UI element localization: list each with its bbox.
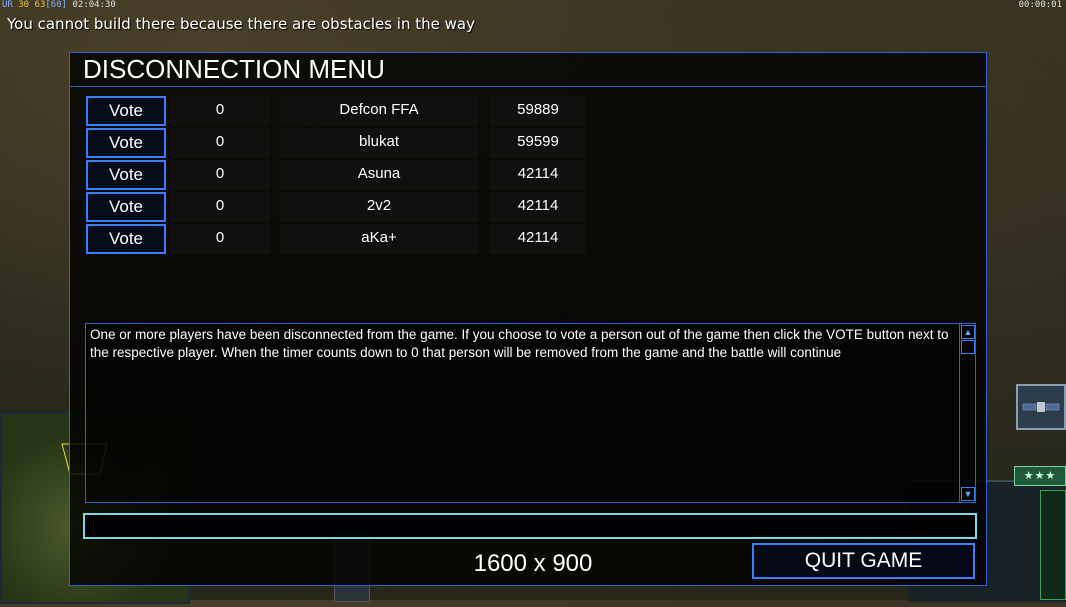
player-row: Vote 0 Asuna 42114	[86, 160, 606, 190]
player-ping: 59889	[490, 96, 586, 126]
player-ping: 59599	[490, 128, 586, 158]
player-ping: 42114	[490, 224, 586, 254]
player-name: Asuna	[280, 160, 478, 190]
vote-button[interactable]: Vote	[86, 128, 166, 158]
hud-stat-2: 63	[34, 0, 46, 10]
quit-game-button[interactable]: QUIT GAME	[752, 543, 975, 579]
message-box: One or more players have been disconnect…	[85, 323, 976, 503]
player-name: aKa+	[280, 224, 478, 254]
disconnect-message: One or more players have been disconnect…	[90, 327, 949, 360]
hud-elapsed-time: 02:04:30	[72, 0, 116, 10]
game-clock: 00:00:01	[1018, 0, 1062, 10]
satellite-icon[interactable]	[1016, 384, 1066, 430]
rank-stars: ★★★	[1014, 466, 1066, 486]
menu-title: DISCONNECTION MENU	[83, 54, 385, 84]
scroll-down-icon[interactable]: ▼	[961, 487, 975, 501]
menu-title-bar: DISCONNECTION MENU	[70, 53, 986, 87]
player-row: Vote 0 blukat 59599	[86, 128, 606, 158]
player-row: Vote 0 aKa+ 42114	[86, 224, 606, 254]
message-scrollbar[interactable]: ▲ ▼	[959, 324, 975, 502]
scroll-up-icon[interactable]: ▲	[961, 325, 975, 339]
vote-count: 0	[170, 128, 270, 158]
vote-count: 0	[170, 192, 270, 222]
vote-count: 0	[170, 160, 270, 190]
player-name: blukat	[280, 128, 478, 158]
vote-button[interactable]: Vote	[86, 192, 166, 222]
vote-button[interactable]: Vote	[86, 224, 166, 254]
resource-readout: UR 30 63[60] 02:04:30	[2, 0, 116, 10]
vote-count: 0	[170, 96, 270, 126]
vote-button[interactable]: Vote	[86, 96, 166, 126]
power-meter	[1040, 490, 1066, 600]
hud-prefix: UR	[2, 0, 13, 10]
chat-input[interactable]	[83, 513, 977, 539]
disconnection-menu: DISCONNECTION MENU Vote 0 Defcon FFA 598…	[69, 52, 987, 586]
player-name: 2v2	[280, 192, 478, 222]
resolution-label: 1600 x 900	[473, 550, 593, 577]
vote-count: 0	[170, 224, 270, 254]
scroll-thumb[interactable]	[961, 340, 975, 354]
player-ping: 42114	[490, 192, 586, 222]
player-row: Vote 0 2v2 42114	[86, 192, 606, 222]
vote-button[interactable]: Vote	[86, 160, 166, 190]
player-ping: 42114	[490, 160, 586, 190]
build-warning-message: You cannot build there because there are…	[7, 15, 475, 33]
hud-stat-3: [60]	[45, 0, 68, 10]
hud-stat-1: 30	[18, 0, 30, 10]
player-name: Defcon FFA	[280, 96, 478, 126]
player-row: Vote 0 Defcon FFA 59889	[86, 96, 606, 126]
